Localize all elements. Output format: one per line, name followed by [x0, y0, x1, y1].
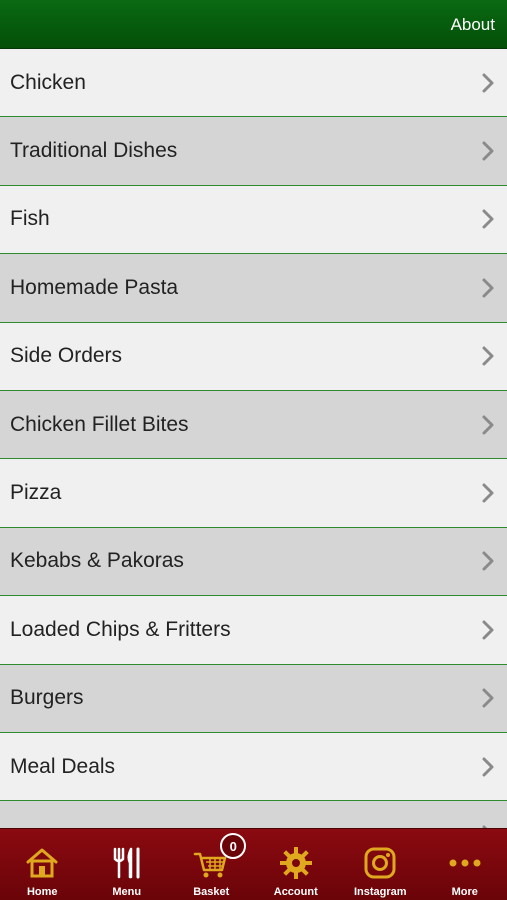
menu-item-meal-deals[interactable]: Meal Deals	[0, 732, 507, 802]
basket-count-badge: 0	[220, 833, 247, 859]
menu-item-label: Homemade Pasta	[10, 275, 179, 299]
instagram-icon	[364, 847, 396, 879]
tab-basket[interactable]: 0 Basket	[169, 829, 254, 900]
menu-item-chicken[interactable]: Chicken	[0, 49, 507, 118]
menu-item-pizza[interactable]: Pizza	[0, 459, 507, 528]
menu-item-kebabs-pakoras[interactable]: Kebabs & Pakoras	[0, 527, 507, 597]
tab-label: Instagram	[353, 886, 407, 898]
chevron-right-icon	[482, 415, 494, 435]
bottom-tab-bar: Home Menu 0 Basket Account Instagram Mor…	[0, 828, 507, 900]
menu-item-fish[interactable]: Fish	[0, 185, 507, 255]
menu-item-traditional-dishes[interactable]: Traditional Dishes	[0, 117, 507, 186]
menu-item-label: Meal Deals	[10, 754, 116, 778]
menu-item-label: Burgers	[10, 686, 84, 710]
menu-item-partial[interactable]	[0, 801, 507, 828]
chevron-right-icon	[482, 483, 494, 503]
tab-label: Account	[273, 886, 318, 898]
tab-label: Home	[26, 886, 58, 898]
chevron-right-icon	[482, 346, 494, 366]
tab-instagram[interactable]: Instagram	[338, 829, 423, 900]
menu-item-label: Fish	[10, 207, 50, 231]
tab-label: Menu	[112, 886, 142, 898]
menu-item-label: Loaded Chips & Fritters	[10, 617, 231, 641]
menu-item-label: Side Orders	[10, 344, 123, 368]
menu-item-label: Pizza	[10, 481, 62, 505]
home-icon	[26, 848, 58, 878]
menu-item-loaded-chips-fritters[interactable]: Loaded Chips & Fritters	[0, 596, 507, 665]
tab-more[interactable]: More	[423, 829, 507, 900]
top-bar: About	[0, 0, 507, 49]
chevron-right-icon	[482, 757, 494, 777]
menu-item-burgers[interactable]: Burgers	[0, 664, 507, 733]
tab-label: Basket	[193, 886, 230, 898]
menu-item-homemade-pasta[interactable]: Homemade Pasta	[0, 254, 507, 323]
menu-category-list: Chicken Traditional Dishes Fish Homemade…	[0, 49, 507, 828]
chevron-right-icon	[482, 141, 494, 161]
chevron-right-icon	[482, 620, 494, 640]
menu-item-label: Chicken	[10, 70, 86, 94]
menu-item-chicken-fillet-bites[interactable]: Chicken Fillet Bites	[0, 390, 507, 460]
chevron-right-icon	[482, 551, 494, 571]
menu-item-side-orders[interactable]: Side Orders	[0, 322, 507, 391]
gear-icon	[279, 847, 312, 879]
tab-label: More	[451, 886, 478, 898]
chevron-right-icon	[482, 209, 494, 229]
chevron-right-icon	[482, 73, 494, 93]
tab-home[interactable]: Home	[0, 829, 85, 900]
about-button[interactable]: About	[451, 15, 495, 35]
chevron-right-icon	[482, 278, 494, 298]
tab-account[interactable]: Account	[254, 829, 339, 900]
fork-knife-icon	[113, 847, 140, 879]
menu-item-label: Chicken Fillet Bites	[10, 412, 189, 436]
menu-item-label: Kebabs & Pakoras	[10, 549, 184, 573]
menu-item-label: Traditional Dishes	[10, 139, 178, 163]
more-dots-icon	[449, 859, 481, 867]
tab-menu[interactable]: Menu	[85, 829, 170, 900]
chevron-right-icon	[482, 688, 494, 708]
